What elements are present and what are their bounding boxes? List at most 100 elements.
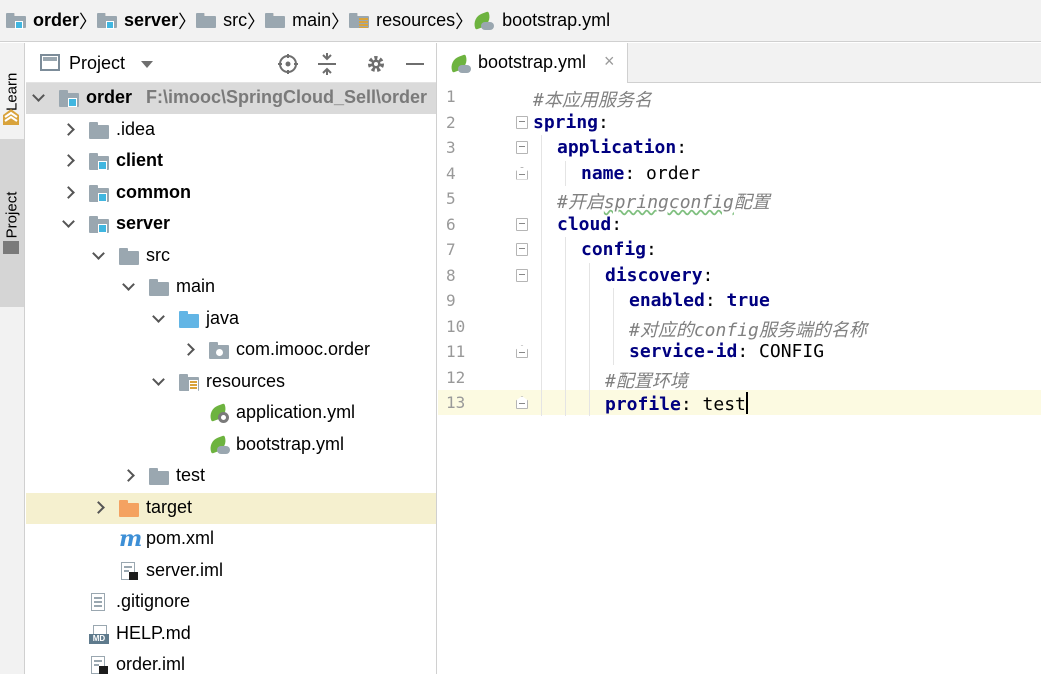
- code-text: discovery:: [605, 265, 713, 286]
- tree-item-test[interactable]: test: [26, 461, 436, 492]
- indent-guide: [541, 211, 542, 237]
- yaml-comment: #开启: [557, 192, 604, 213]
- tab-bootstrap-yml[interactable]: bootstrap.yml ×: [438, 43, 628, 83]
- indent-guide: [541, 390, 542, 416]
- chevron-right-icon[interactable]: [92, 502, 104, 514]
- tree-item-pom-xml[interactable]: m pom.xml: [26, 524, 436, 555]
- code-line[interactable]: 6 cloud:: [438, 211, 1041, 237]
- code-line[interactable]: 1 #本应用服务名: [438, 84, 1041, 111]
- code-line[interactable]: 9 enabled: true: [438, 288, 1041, 314]
- crosshair-icon: [278, 54, 298, 74]
- code-line[interactable]: 4 name: order: [438, 160, 1041, 186]
- chevron-right-icon[interactable]: [182, 344, 194, 356]
- code-text: enabled: true: [629, 290, 770, 311]
- fold-marker-icon[interactable]: [516, 268, 528, 282]
- tree-item-src[interactable]: src: [26, 241, 436, 272]
- fold-marker-icon[interactable]: [516, 115, 528, 129]
- fold-marker-icon[interactable]: [516, 243, 528, 256]
- collapse-all-button[interactable]: [315, 52, 339, 76]
- code-line[interactable]: 8 discovery:: [438, 262, 1041, 288]
- breadcrumb-item[interactable]: resources: [349, 0, 455, 42]
- chevron-right-icon[interactable]: [62, 155, 74, 167]
- fold-end-icon[interactable]: [516, 166, 528, 180]
- tree-item-label: target: [146, 497, 192, 518]
- indent-guide: [565, 390, 566, 416]
- tree-item-application-yml[interactable]: application.yml: [26, 398, 436, 429]
- breadcrumb-item[interactable]: order: [6, 0, 79, 42]
- chevron-down-icon[interactable]: [62, 218, 74, 230]
- tree-item-main[interactable]: main: [26, 272, 436, 303]
- tree-item-name: .gitignore: [116, 591, 191, 611]
- chevron-down-icon[interactable]: [32, 92, 44, 104]
- chevron-right-icon[interactable]: [122, 470, 134, 482]
- tree-item-label: test: [176, 465, 205, 486]
- tree-item-target[interactable]: target: [26, 492, 436, 524]
- close-icon[interactable]: ×: [604, 51, 615, 72]
- breadcrumb-item[interactable]: server: [97, 0, 178, 42]
- breadcrumb-item[interactable]: bootstrap.yml: [471, 0, 610, 42]
- chevron-down-icon[interactable]: [141, 61, 153, 68]
- tree-item-label: server.iml: [146, 560, 223, 581]
- tree-item-name: server.iml: [146, 559, 224, 580]
- module-folder-icon: [89, 152, 109, 170]
- tree-item-resources[interactable]: resources: [26, 367, 436, 398]
- tree-item-java[interactable]: java: [26, 304, 436, 335]
- indent-guide: [589, 288, 590, 314]
- chevron-down-icon[interactable]: [152, 313, 164, 325]
- tree-item-client[interactable]: client: [26, 146, 436, 177]
- tree-item-server[interactable]: server: [26, 209, 436, 240]
- breadcrumb-item[interactable]: src: [196, 0, 247, 42]
- code-area[interactable]: 1 #本应用服务名 2 spring: 3 application: 4 name: orde…: [438, 84, 1041, 674]
- chevron-down-icon[interactable]: [92, 250, 104, 262]
- yaml-key: discovery: [605, 264, 703, 286]
- code-line[interactable]: 3 application:: [438, 135, 1041, 161]
- project-view-selector[interactable]: Project: [69, 53, 125, 74]
- tree-item-order[interactable]: order F:\imooc\SpringCloud_Sell\order: [26, 83, 436, 114]
- tree-item-label: .idea: [116, 119, 155, 140]
- yaml-comment: #配置环境: [605, 370, 688, 392]
- text-caret: [745, 392, 748, 414]
- tree-item-name: com.imooc.order: [236, 339, 371, 359]
- module-folder-icon: [59, 89, 79, 107]
- tree-item-label: main: [176, 276, 215, 297]
- code-line[interactable]: 13 profile: test: [438, 390, 1041, 416]
- tree-item-bootstrap-yml[interactable]: bootstrap.yml: [26, 430, 436, 461]
- chevron-right-icon: 〉: [331, 11, 350, 32]
- tree-item-label: order F:\imooc\SpringCloud_Sell\order: [86, 87, 427, 108]
- code-line[interactable]: 11 service-id: CONFIG: [438, 339, 1041, 365]
- indent-guide: [541, 288, 542, 314]
- code-line[interactable]: 12 #配置环境: [438, 364, 1041, 392]
- yaml-comment: 配置: [733, 192, 770, 213]
- minimize-icon: [406, 63, 424, 65]
- breadcrumb-item[interactable]: main: [265, 0, 331, 42]
- tree-item-order-iml[interactable]: order.iml: [26, 650, 436, 674]
- chevron-down-icon[interactable]: [152, 376, 164, 388]
- indent-guide: [541, 262, 542, 288]
- fold-marker-icon[interactable]: [516, 217, 528, 231]
- chevron-right-icon[interactable]: [62, 187, 74, 199]
- fold-marker-icon[interactable]: [516, 141, 528, 154]
- chevron-down-icon[interactable]: [122, 281, 134, 293]
- code-line[interactable]: 2 spring:: [438, 110, 1041, 135]
- fold-end-icon[interactable]: [516, 396, 528, 409]
- locate-file-button[interactable]: [276, 52, 300, 76]
- code-line[interactable]: 7 config:: [438, 237, 1041, 263]
- project-tool-tab[interactable]: 1: Project: [0, 139, 24, 307]
- tree-item-com-imooc-order[interactable]: com.imooc.order: [26, 335, 436, 366]
- project-folder-icon: [3, 241, 19, 254]
- code-line[interactable]: 5 #开启springconfig配置: [438, 186, 1041, 213]
- fold-end-icon[interactable]: [516, 345, 528, 358]
- tree-item-name: main: [176, 276, 216, 296]
- tree-item-help-md[interactable]: MD HELP.md: [26, 619, 436, 650]
- tree-item-server-iml[interactable]: server.iml: [26, 556, 436, 587]
- code-line[interactable]: 10 #对应的config服务端的名称: [438, 313, 1041, 341]
- tree-item-common[interactable]: common: [26, 178, 436, 209]
- tree-item-name: java: [206, 307, 240, 328]
- hide-panel-button[interactable]: [403, 52, 427, 76]
- tree-item-idea[interactable]: .idea: [26, 115, 436, 146]
- chevron-right-icon[interactable]: [62, 124, 74, 136]
- tree-item-gitignore[interactable]: .gitignore: [26, 587, 436, 618]
- tree-item-name: src: [146, 244, 170, 265]
- settings-button[interactable]: [364, 52, 388, 76]
- tree-item-label: client: [116, 150, 163, 171]
